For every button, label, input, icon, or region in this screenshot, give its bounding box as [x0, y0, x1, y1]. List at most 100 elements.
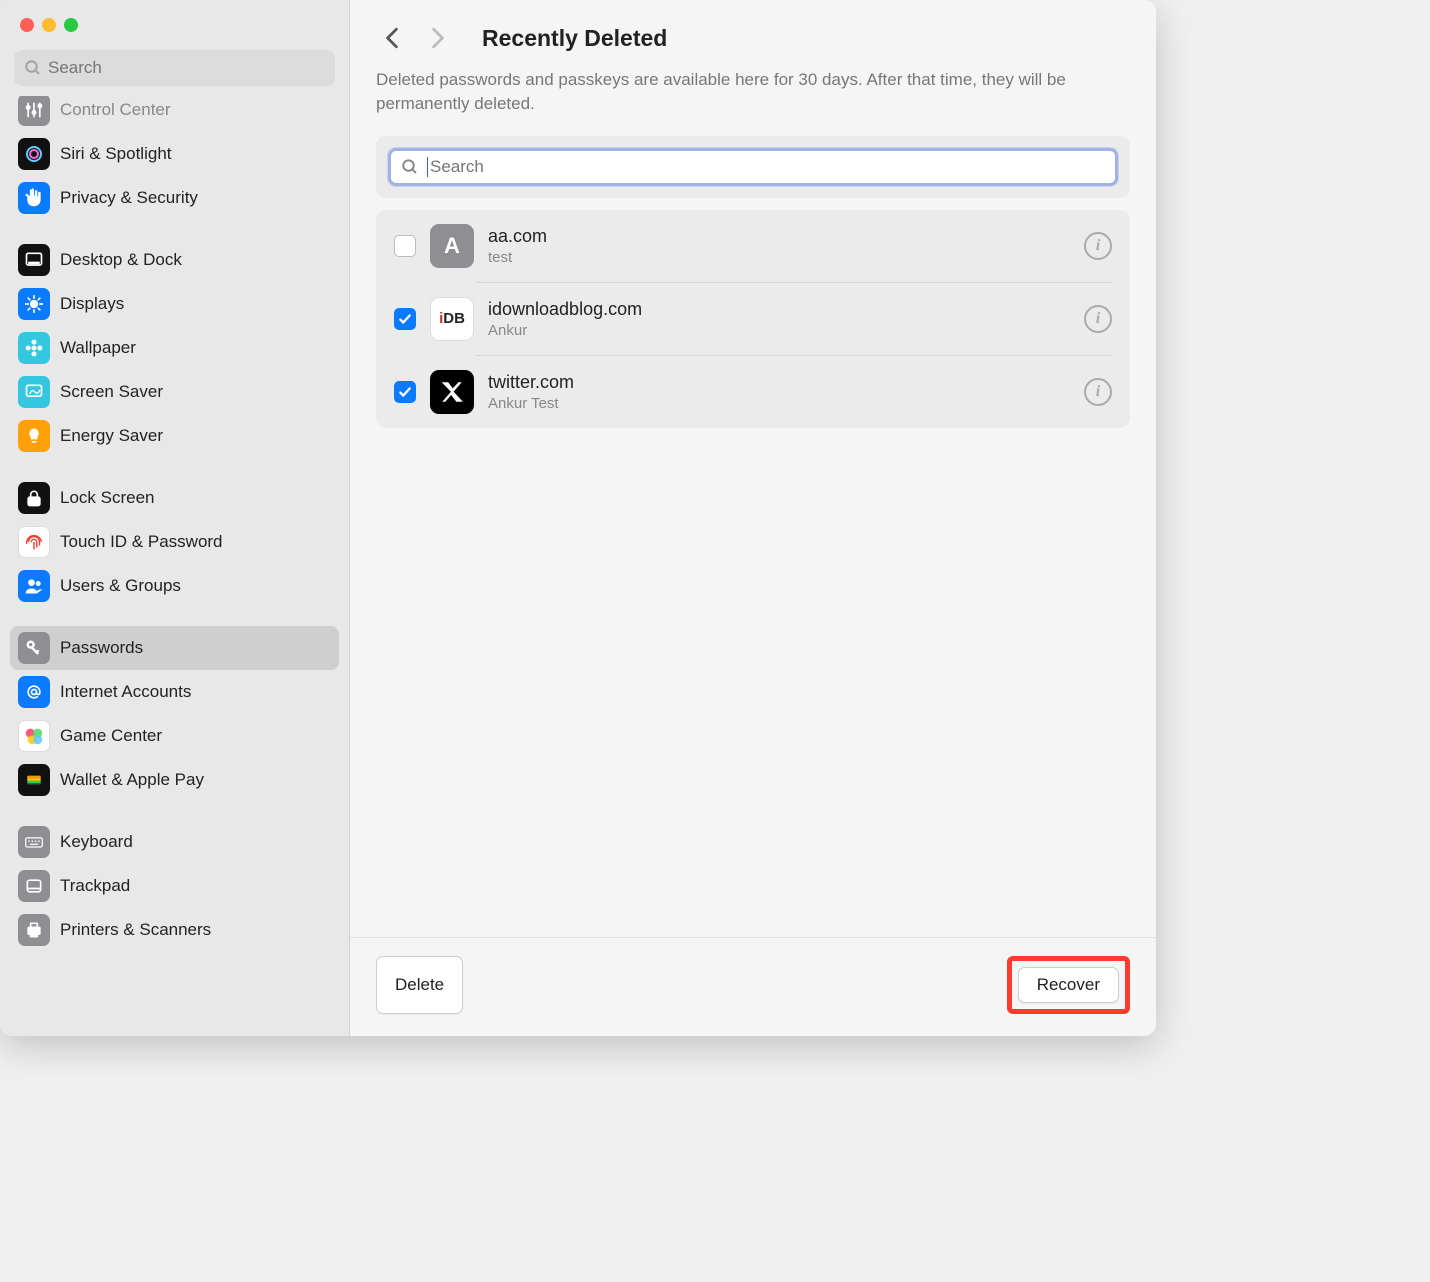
password-row[interactable]: twitter.com Ankur Test i	[376, 356, 1130, 428]
sidebar-item-label: Printers & Scanners	[60, 920, 211, 940]
sidebar-item-users-groups[interactable]: Users & Groups	[10, 564, 339, 608]
sidebar: Control Center Siri & Spotlight Privacy & …	[0, 0, 350, 1036]
trackpad-icon	[18, 870, 50, 902]
sidebar-item-label: Passwords	[60, 638, 143, 658]
delete-button[interactable]: Delete	[376, 956, 463, 1014]
sidebar-search[interactable]	[14, 50, 335, 86]
page-description: Deleted passwords and passkeys are avail…	[350, 68, 1156, 136]
fingerprint-red-icon	[18, 526, 50, 558]
password-row[interactable]: iDBidownloadblog.comAnkuri	[376, 283, 1130, 355]
sidebar-item-passwords[interactable]: Passwords	[10, 626, 339, 670]
sidebar-item-keyboard[interactable]: Keyboard	[10, 820, 339, 864]
password-row[interactable]: Aaa.com testi	[376, 210, 1130, 282]
wallet-icon	[18, 764, 50, 796]
sidebar-item-label: Touch ID & Password	[60, 532, 223, 552]
username: Ankur Test	[488, 395, 1070, 412]
site-icon	[430, 370, 474, 414]
footer: Delete Recover	[350, 937, 1156, 1036]
sidebar-item-label: Control Center	[60, 100, 171, 120]
sidebar-item-label: Screen Saver	[60, 382, 163, 402]
content-search[interactable]	[388, 148, 1118, 186]
info-button[interactable]: i	[1084, 305, 1112, 333]
sidebar-item-internet-accounts[interactable]: Internet Accounts	[10, 670, 339, 714]
site-name: aa.com	[488, 226, 1070, 247]
sidebar-item-siri-spotlight[interactable]: Siri & Spotlight	[10, 132, 339, 176]
chevron-left-icon	[385, 27, 399, 49]
sidebar-item-label: Displays	[60, 294, 124, 314]
site-name: idownloadblog.com	[488, 299, 1070, 320]
password-list: Aaa.comtestiiDBidownloadblog.comAnkuritw…	[376, 210, 1130, 428]
sidebar-item-label: Game Center	[60, 726, 162, 746]
at-icon	[18, 676, 50, 708]
info-button[interactable]: i	[1084, 378, 1112, 406]
header: Recently Deleted	[350, 0, 1156, 68]
row-checkbox[interactable]	[394, 381, 416, 403]
content-search-container	[376, 136, 1130, 198]
sidebar-item-game-center[interactable]: Game Center	[10, 714, 339, 758]
chevron-right-icon	[431, 27, 445, 49]
sidebar-item-label: Wallpaper	[60, 338, 136, 358]
settings-window: Control Center Siri & Spotlight Privacy & …	[0, 0, 1156, 1036]
sidebar-item-label: Internet Accounts	[60, 682, 191, 702]
sidebar-item-label: Wallet & Apple Pay	[60, 770, 204, 790]
recover-highlight: Recover	[1007, 956, 1130, 1014]
sidebar-item-touch-id[interactable]: Touch ID & Password	[10, 520, 339, 564]
sidebar-item-energy-saver[interactable]: Energy Saver	[10, 414, 339, 458]
sidebar-search-input[interactable]	[48, 58, 325, 78]
sidebar-item-trackpad[interactable]: Trackpad	[10, 864, 339, 908]
sidebar-item-printers-scanners[interactable]: Printers & Scanners	[10, 908, 339, 952]
lock-icon	[18, 482, 50, 514]
bulb-icon	[18, 420, 50, 452]
key-icon	[18, 632, 50, 664]
search-icon	[401, 158, 419, 176]
sidebar-item-desktop-dock[interactable]: Desktop & Dock	[10, 238, 339, 282]
flower-icon	[18, 332, 50, 364]
users-icon	[18, 570, 50, 602]
hand-icon	[18, 182, 50, 214]
site-name: twitter.com	[488, 372, 1070, 393]
dock-icon	[18, 244, 50, 276]
gamecenter-icon	[18, 720, 50, 752]
site-icon: iDB	[430, 297, 474, 341]
sidebar-item-control-center[interactable]: Control Center	[10, 96, 339, 132]
username: test	[488, 249, 1070, 266]
sidebar-item-label: Users & Groups	[60, 576, 181, 596]
row-body: aa.com test	[488, 226, 1070, 266]
row-checkbox[interactable]	[394, 308, 416, 330]
main-panel: Recently Deleted Deleted passwords and p…	[350, 0, 1156, 1036]
content-search-input[interactable]	[430, 157, 1105, 177]
sidebar-item-screen-saver[interactable]: Screen Saver	[10, 370, 339, 414]
row-checkbox[interactable]	[394, 235, 416, 257]
forward-button[interactable]	[422, 22, 454, 54]
sidebar-item-label: Keyboard	[60, 832, 133, 852]
search-icon	[24, 59, 42, 77]
site-icon: A	[430, 224, 474, 268]
recover-button[interactable]: Recover	[1018, 967, 1119, 1003]
sidebar-item-wallet-applepay[interactable]: Wallet & Apple Pay	[10, 758, 339, 802]
printer-icon	[18, 914, 50, 946]
sidebar-item-label: Energy Saver	[60, 426, 163, 446]
minimize-window-button[interactable]	[42, 18, 56, 32]
sidebar-item-label: Privacy & Security	[60, 188, 198, 208]
sidebar-item-wallpaper[interactable]: Wallpaper	[10, 326, 339, 370]
close-window-button[interactable]	[20, 18, 34, 32]
info-button[interactable]: i	[1084, 232, 1112, 260]
sidebar-item-displays[interactable]: Displays	[10, 282, 339, 326]
sidebar-item-lock-screen[interactable]: Lock Screen	[10, 476, 339, 520]
window-controls	[0, 0, 349, 42]
sidebar-list: Control Center Siri & Spotlight Privacy & …	[0, 96, 349, 1036]
sun-icon	[18, 288, 50, 320]
sidebar-item-label: Desktop & Dock	[60, 250, 182, 270]
siri-icon	[18, 138, 50, 170]
sidebar-item-label: Lock Screen	[60, 488, 155, 508]
maximize-window-button[interactable]	[64, 18, 78, 32]
sidebar-item-privacy-security[interactable]: Privacy & Security	[10, 176, 339, 220]
sliders-icon	[18, 96, 50, 126]
row-body: twitter.com Ankur Test	[488, 372, 1070, 412]
back-button[interactable]	[376, 22, 408, 54]
screensaver-icon	[18, 376, 50, 408]
sidebar-item-label: Siri & Spotlight	[60, 144, 172, 164]
sidebar-item-label: Trackpad	[60, 876, 130, 896]
page-title: Recently Deleted	[482, 25, 667, 52]
keyboard-icon	[18, 826, 50, 858]
